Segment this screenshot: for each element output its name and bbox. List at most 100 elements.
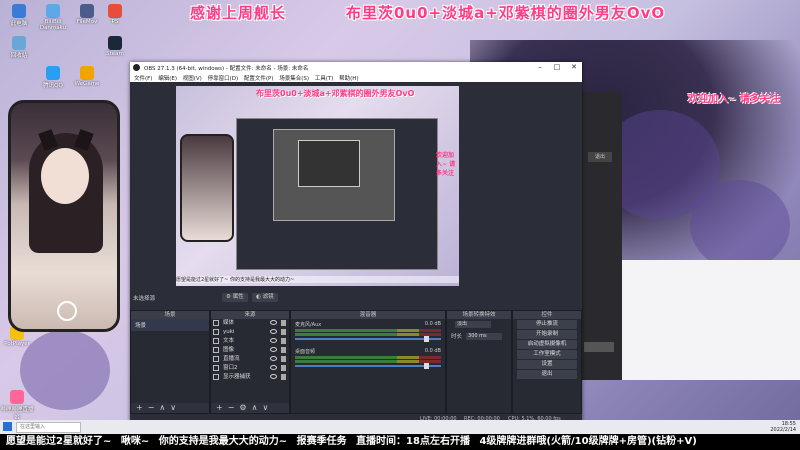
sources-dock-toolbar: + − ⚙ ∧ ∨ <box>211 403 289 413</box>
add-icon[interactable]: + <box>136 403 143 412</box>
menu-tools[interactable]: 工具(T) <box>315 74 334 82</box>
source-row[interactable]: 图像 <box>211 346 289 355</box>
up-icon[interactable]: ∧ <box>252 403 258 412</box>
lock-icon[interactable] <box>281 320 286 326</box>
properties-button[interactable]: ⚙ 属性 <box>222 293 248 302</box>
slider-handle[interactable] <box>424 363 429 369</box>
obs-title: OBS 27.1.3 (64-bit, windows) - 配置文件: 未命名… <box>144 66 309 72</box>
transition-select[interactable]: 淡出 <box>447 319 511 330</box>
menu-scene-collection[interactable]: 场景集合(S) <box>279 74 309 82</box>
mixer-channel-db: 0.0 dB <box>424 321 441 327</box>
preview-nested-obs-2 <box>273 129 395 221</box>
eye-icon[interactable] <box>270 329 277 334</box>
lock-icon[interactable] <box>281 356 286 362</box>
background-app-field[interactable] <box>584 342 614 352</box>
menu-file[interactable]: 文件(F) <box>134 74 152 82</box>
obs-window[interactable]: OBS 27.1.3 (64-bit, windows) - 配置文件: 未命名… <box>130 62 582 424</box>
source-row[interactable]: yuki <box>211 328 289 337</box>
obs-preview[interactable]: 布里茨0u0+淡城a+邓紫棋的圈外男友OvO 欢迎加入~ 请多关注 愿望是能过2… <box>176 86 459 286</box>
down-icon[interactable]: ∨ <box>262 403 268 412</box>
no-source-label: 未选择源 <box>133 296 156 302</box>
lock-icon[interactable] <box>281 329 286 335</box>
desktop-icon-qq[interactable]: 腾讯QQ <box>36 66 70 89</box>
source-row[interactable]: 窗口2 <box>211 364 289 373</box>
ticker-item: 4级牌牌进群哦(火箭/10级牌牌+房管)(钻粉+V) <box>479 436 697 447</box>
menu-edit[interactable]: 编辑(E) <box>158 74 177 82</box>
remove-icon[interactable]: − <box>228 403 235 412</box>
close-icon[interactable]: ✕ <box>566 62 582 73</box>
danmaku-icon <box>46 4 60 18</box>
taskbar-search[interactable]: 在这里输入 <box>16 422 81 433</box>
desktop-icon-livehime[interactable]: 哔哩哔哩直播姬 <box>0 390 34 421</box>
eye-icon[interactable] <box>270 365 277 370</box>
eye-icon[interactable] <box>270 356 277 361</box>
source-row[interactable]: 文本 <box>211 337 289 346</box>
windows-start-icon[interactable] <box>3 422 12 431</box>
exit-button[interactable]: 退出 <box>517 370 577 379</box>
lock-icon[interactable] <box>281 374 286 380</box>
studio-mode-button[interactable]: 工作室模式 <box>517 350 577 359</box>
preview-nested-obs-3 <box>298 140 360 187</box>
eye-icon[interactable] <box>270 338 277 343</box>
media-icon <box>213 320 219 326</box>
duration-field[interactable]: 300 ms <box>466 333 503 340</box>
computer-icon <box>12 4 26 18</box>
eye-icon[interactable] <box>270 347 277 352</box>
filters-button[interactable]: ◐ 滤镜 <box>252 293 278 302</box>
slider-handle[interactable] <box>424 336 429 342</box>
transitions-dock: 场景转换特效 淡出 时长 300 ms <box>446 310 512 414</box>
background-app-button[interactable]: 退出 <box>588 152 612 162</box>
down-icon[interactable]: ∨ <box>170 403 176 412</box>
recycle-bin-icon <box>12 36 26 50</box>
lock-icon[interactable] <box>281 347 286 353</box>
marquee-text-b: 布里茨0u0+淡城a+邓紫棋的圈外男友OvO <box>346 4 666 22</box>
gear-icon: ⚙ <box>226 294 231 300</box>
source-row[interactable]: 媒体 <box>211 319 289 328</box>
desktop-icon-recycle[interactable]: 回收站 <box>2 36 36 59</box>
mixer-channel: 桌面音频 0.0 dB <box>291 346 445 369</box>
volume-slider[interactable] <box>295 363 441 369</box>
remove-icon[interactable]: − <box>148 403 155 412</box>
filter-icon: ◐ <box>256 294 261 300</box>
bottom-ticker: 愿望是能过2星就好了~ 啾咪~ 你的支持是我最大大的动力~ 报赛季任务 直播时间… <box>0 434 800 450</box>
volume-meter <box>295 356 441 359</box>
menu-docks[interactable]: 停靠窗口(D) <box>208 74 239 82</box>
settings-button[interactable]: 设置 <box>517 360 577 369</box>
transitions-dock-title: 场景转换特效 <box>447 311 511 319</box>
add-icon[interactable]: + <box>216 403 223 412</box>
virtual-camera-button[interactable]: 启动虚拟摄像机 <box>517 340 577 349</box>
taskbar-clock[interactable]: 18:55 2022/2/14 <box>770 421 796 433</box>
desktop-icon-wegame[interactable]: WeGame <box>70 66 104 87</box>
desktop-icon-ps[interactable]: PS <box>98 4 132 25</box>
monitor-icon <box>213 374 219 380</box>
menu-help[interactable]: 帮助(H) <box>339 74 358 82</box>
up-icon[interactable]: ∧ <box>159 403 165 412</box>
ps-icon <box>108 4 122 18</box>
start-recording-button[interactable]: 开始录制 <box>517 330 577 339</box>
minimize-icon[interactable]: – <box>532 62 548 73</box>
obs-titlebar[interactable]: OBS 27.1.3 (64-bit, windows) - 配置文件: 未命名… <box>130 62 582 73</box>
source-row[interactable]: 直播流 <box>211 355 289 364</box>
gear-icon[interactable]: ⚙ <box>239 403 246 412</box>
menu-profile[interactable]: 配置文件(P) <box>244 74 274 82</box>
desktop-icon-computer[interactable]: 此电脑 <box>2 4 36 27</box>
sources-dock-title: 来源 <box>211 311 289 319</box>
taskbar: 在这里输入 18:55 2022/2/14 <box>0 420 800 434</box>
ticker-item: 愿望是能过2星就好了~ <box>6 436 112 447</box>
desktop-icon-danmaku[interactable]: BiliBili Danmaku <box>36 4 70 31</box>
menu-view[interactable]: 视图(V) <box>183 74 202 82</box>
desktop-icon-steam[interactable]: Steam <box>98 36 132 57</box>
ticker-item: 直播时间：18点左右开播 <box>356 436 470 447</box>
volume-meter <box>295 360 441 363</box>
eye-icon[interactable] <box>270 320 277 325</box>
volume-slider[interactable] <box>295 336 441 342</box>
scene-item[interactable]: 场景 <box>131 319 209 331</box>
source-row[interactable]: 显示器捕获 <box>211 373 289 382</box>
transition-type[interactable]: 淡出 <box>455 321 491 328</box>
text-icon <box>213 356 219 362</box>
stop-streaming-button[interactable]: 停止推流 <box>517 320 577 329</box>
lock-icon[interactable] <box>281 365 286 371</box>
eye-icon[interactable] <box>270 374 277 379</box>
maximize-icon[interactable]: □ <box>549 62 565 73</box>
lock-icon[interactable] <box>281 338 286 344</box>
